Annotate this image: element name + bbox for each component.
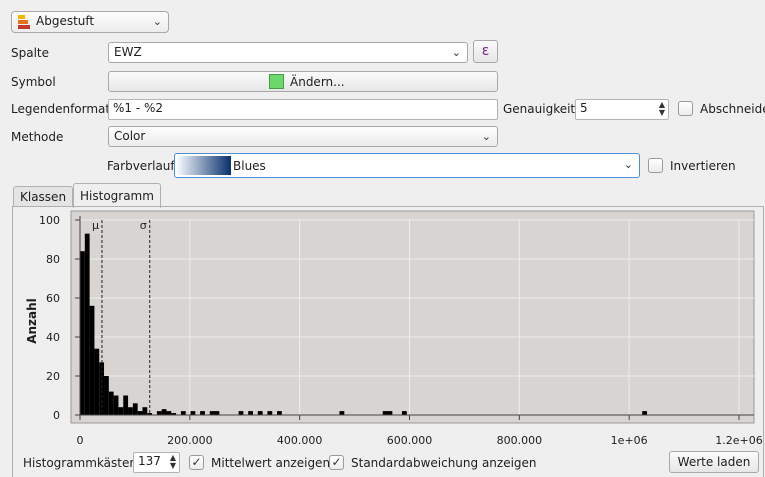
column-select[interactable]: EWZ ⌄ bbox=[108, 42, 468, 63]
show-std-checkbox[interactable]: ✓ bbox=[329, 455, 344, 470]
legend-format-input[interactable]: %1 - %2 bbox=[108, 99, 498, 120]
histogram-bar bbox=[180, 411, 186, 415]
statistic-label: σ bbox=[140, 219, 147, 232]
x-tick-label: 1.2e+06 bbox=[715, 434, 762, 447]
x-tick-label: 400.000 bbox=[277, 434, 323, 447]
tab-classes-label: Klassen bbox=[20, 190, 67, 204]
column-label: Spalte bbox=[11, 46, 50, 60]
bins-value: 137 bbox=[138, 454, 161, 468]
tab-histogram-label: Histogramm bbox=[80, 189, 154, 203]
y-tick-label: 80 bbox=[46, 253, 60, 266]
change-symbol-label: Ändern... bbox=[290, 75, 345, 89]
bins-spinbox[interactable]: 137 ▲ ▼ bbox=[133, 452, 180, 473]
y-tick-label: 100 bbox=[39, 214, 60, 227]
chevron-down-icon: ⌄ bbox=[152, 15, 162, 28]
column-value: EWZ bbox=[114, 45, 142, 59]
show-mean-checkbox[interactable]: ✓ bbox=[189, 455, 204, 470]
tab-histogram[interactable]: Histogramm bbox=[73, 183, 161, 208]
y-tick-label: 20 bbox=[46, 370, 60, 383]
method-value: Color bbox=[114, 129, 146, 143]
plot-area bbox=[70, 210, 755, 424]
legend-format-label: Legendenformat bbox=[11, 102, 111, 116]
spin-arrows-icon[interactable]: ▲ ▼ bbox=[170, 454, 176, 470]
chevron-down-icon: ⌄ bbox=[451, 46, 461, 59]
graduated-renderer-icon bbox=[18, 15, 30, 29]
method-label: Methode bbox=[11, 130, 64, 144]
histogram-bar bbox=[118, 407, 124, 415]
histogram-bar bbox=[267, 411, 273, 415]
histogram-bar bbox=[84, 233, 90, 415]
histogram-bar bbox=[113, 395, 119, 415]
show-mean-label: Mittelwert anzeigen bbox=[211, 456, 331, 470]
symbol-color-swatch bbox=[269, 74, 284, 89]
color-ramp-label: Farbverlauf bbox=[107, 159, 175, 173]
histogram-bar bbox=[339, 411, 345, 415]
y-tick-label: 60 bbox=[46, 292, 60, 305]
statistic-label: μ bbox=[92, 219, 99, 232]
trim-label: Abschneiden bbox=[700, 102, 765, 116]
renderer-select[interactable]: Abgestuft ⌄ bbox=[11, 11, 169, 33]
precision-spinbox[interactable]: 5 ▲ ▼ bbox=[575, 99, 669, 120]
y-axis-label: Anzahl bbox=[25, 298, 39, 344]
load-values-label: Werte laden bbox=[677, 455, 751, 469]
histogram-bar bbox=[238, 411, 244, 415]
histogram-bar bbox=[166, 411, 172, 415]
x-tick-label: 600.000 bbox=[387, 434, 433, 447]
histogram-bar bbox=[200, 411, 205, 415]
expression-icon: ε bbox=[481, 43, 490, 59]
histogram-chart: μ σ 0 20 40 60 80 100 0 200.000 400.000 600.000 80… bbox=[25, 210, 762, 447]
color-ramp-name: Blues bbox=[233, 159, 266, 173]
histogram-bar bbox=[190, 411, 196, 415]
histogram-bar bbox=[142, 407, 148, 415]
histogram-bar bbox=[382, 411, 388, 415]
histogram-bar bbox=[137, 411, 143, 415]
precision-label: Genauigkeit bbox=[503, 102, 576, 116]
histogram-bar bbox=[401, 411, 407, 415]
x-tick-label: 1e+06 bbox=[611, 434, 648, 447]
legend-format-value: %1 - %2 bbox=[113, 101, 164, 115]
histogram-bar bbox=[387, 411, 393, 415]
histogram-bar bbox=[257, 411, 263, 415]
chevron-down-icon: ⌄ bbox=[623, 158, 633, 171]
x-tick-label: 800.000 bbox=[497, 434, 543, 447]
chevron-down-icon: ⌄ bbox=[481, 130, 491, 143]
load-values-button[interactable]: Werte laden bbox=[669, 451, 759, 473]
histogram-bar bbox=[156, 411, 162, 415]
invert-checkbox[interactable] bbox=[648, 158, 663, 173]
trim-checkbox[interactable] bbox=[678, 101, 693, 116]
spin-arrows-icon[interactable]: ▲ ▼ bbox=[659, 101, 665, 117]
bins-label: Histogrammkästen bbox=[23, 456, 137, 470]
renderer-label: Abgestuft bbox=[36, 14, 95, 28]
histogram-bar bbox=[642, 411, 648, 415]
histogram-bar bbox=[161, 409, 167, 415]
histogram-bar bbox=[248, 411, 253, 415]
expression-button[interactable]: ε bbox=[473, 40, 498, 63]
invert-label: Invertieren bbox=[670, 159, 736, 173]
tab-classes[interactable]: Klassen bbox=[13, 186, 74, 207]
histogram-bar bbox=[94, 348, 100, 415]
histogram-bar bbox=[128, 407, 133, 415]
histogram-bar bbox=[89, 305, 95, 415]
precision-value: 5 bbox=[580, 101, 588, 115]
show-std-label: Standardabweichung anzeigen bbox=[351, 456, 537, 470]
histogram-bar bbox=[277, 411, 282, 415]
x-tick-label: 200.000 bbox=[167, 434, 213, 447]
method-select[interactable]: Color ⌄ bbox=[108, 126, 498, 147]
symbol-label: Symbol bbox=[11, 75, 56, 89]
histogram-bar bbox=[214, 411, 220, 415]
histogram-bar bbox=[108, 391, 114, 415]
y-tick-label: 0 bbox=[53, 409, 60, 422]
change-symbol-button[interactable]: Ändern... bbox=[108, 71, 498, 92]
histogram-bar bbox=[132, 403, 138, 415]
histogram-bar bbox=[80, 251, 85, 415]
color-ramp-preview bbox=[177, 156, 231, 175]
histogram-bar bbox=[209, 411, 215, 415]
y-tick-label: 40 bbox=[46, 331, 60, 344]
histogram-bar bbox=[123, 395, 129, 415]
x-tick-label: 0 bbox=[77, 434, 84, 447]
color-ramp-select[interactable]: Blues ⌄ bbox=[174, 153, 640, 178]
histogram-bar bbox=[104, 376, 109, 415]
